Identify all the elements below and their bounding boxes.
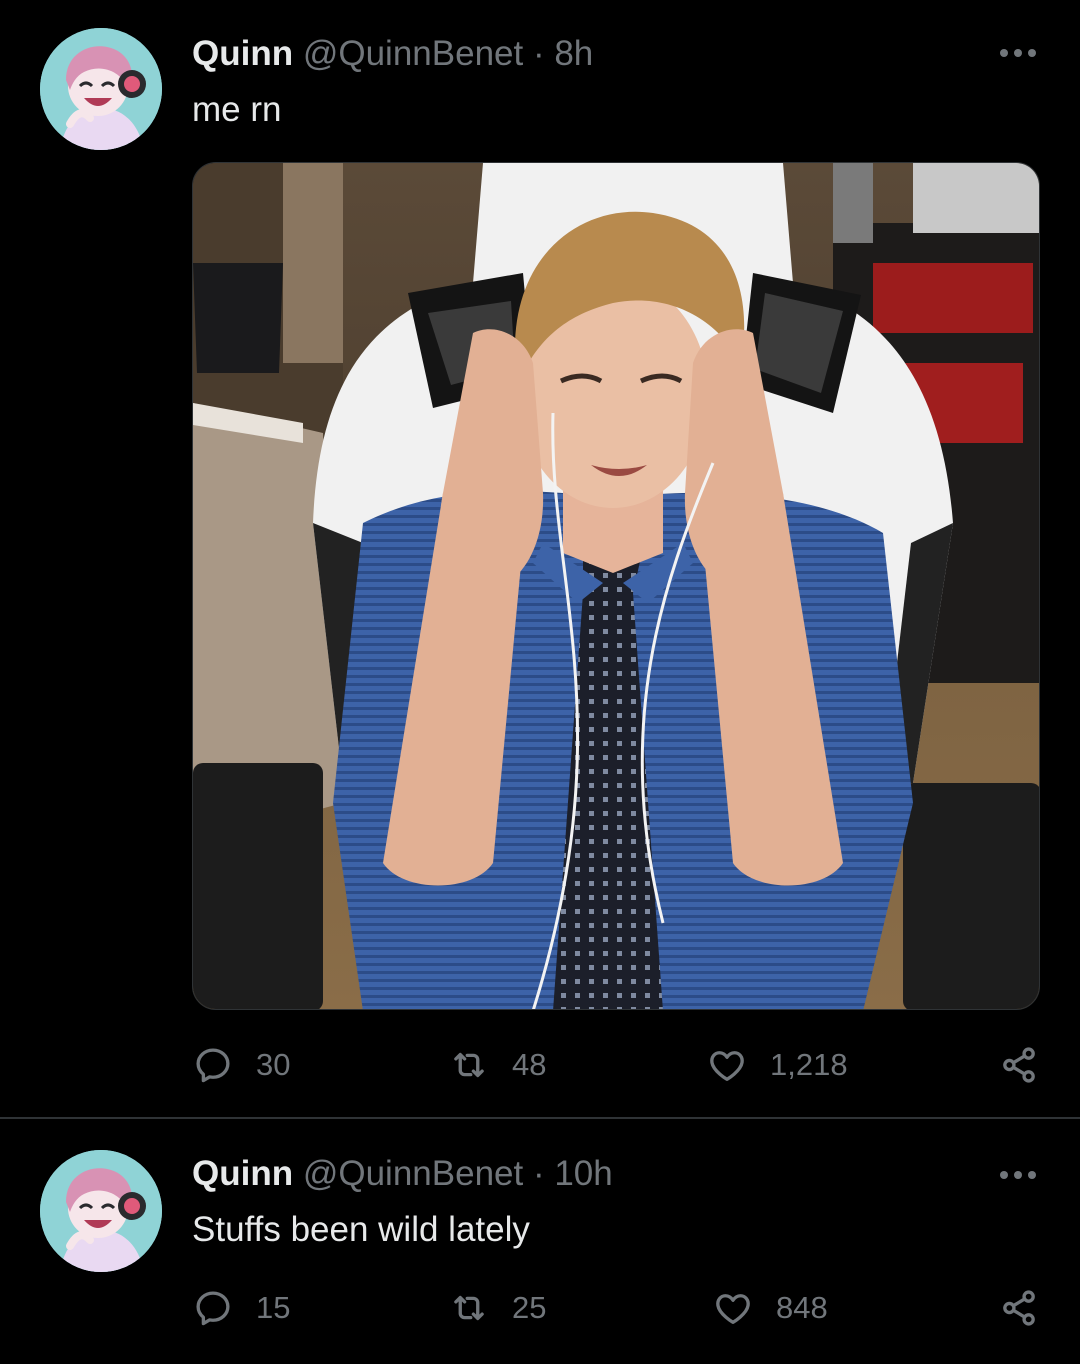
reply-count: 30 [256, 1047, 291, 1082]
like-count: 848 [776, 1290, 828, 1325]
like-icon [712, 1287, 754, 1329]
reply-button[interactable]: 15 [192, 1286, 290, 1330]
avatar[interactable] [40, 1150, 162, 1272]
avatar[interactable] [40, 28, 162, 150]
retweet-icon [448, 1287, 490, 1329]
tweet-text: Stuffs been wild lately [192, 1210, 530, 1249]
author-name[interactable]: Quinn [192, 1154, 293, 1193]
share-button[interactable] [998, 1286, 1040, 1330]
tweet-actions: 15 25 848 [192, 1286, 1040, 1330]
reply-icon [192, 1287, 234, 1329]
retweet-count: 25 [512, 1290, 547, 1325]
more-icon[interactable] [1000, 1170, 1036, 1180]
tweet[interactable]: Quinn @QuinnBenet · 8h me rn 30 48 1,218 [0, 0, 1080, 1118]
share-icon [998, 1044, 1040, 1086]
tweet-text: me rn [192, 90, 282, 129]
retweet-button[interactable]: 25 [448, 1286, 546, 1330]
share-button[interactable] [998, 1043, 1040, 1087]
tweet-header: Quinn @QuinnBenet · 8h [192, 32, 593, 76]
reply-count: 15 [256, 1290, 291, 1325]
retweet-icon [448, 1044, 490, 1086]
reply-button[interactable]: 30 [192, 1043, 290, 1087]
timestamp[interactable]: 10h [554, 1154, 612, 1193]
separator-dot: · [532, 1154, 545, 1193]
tweet-header: Quinn @QuinnBenet · 10h [192, 1152, 613, 1196]
timestamp[interactable]: 8h [554, 34, 593, 73]
retweet-count: 48 [512, 1047, 547, 1082]
tweet-actions: 30 48 1,218 [192, 1043, 1040, 1087]
author-name[interactable]: Quinn [192, 34, 293, 73]
reply-icon [192, 1044, 234, 1086]
tweet-divider [0, 1117, 1080, 1119]
author-handle[interactable]: @QuinnBenet [303, 1154, 523, 1193]
author-handle[interactable]: @QuinnBenet [303, 34, 523, 73]
like-count: 1,218 [770, 1047, 848, 1082]
separator-dot: · [532, 34, 545, 73]
share-icon [998, 1287, 1040, 1329]
retweet-button[interactable]: 48 [448, 1043, 546, 1087]
tweet[interactable]: Quinn @QuinnBenet · 10h Stuffs been wild… [0, 1120, 1080, 1364]
like-button[interactable]: 1,218 [706, 1043, 848, 1087]
like-button[interactable]: 848 [712, 1286, 828, 1330]
like-icon [706, 1044, 748, 1086]
tweet-media-image[interactable] [192, 162, 1040, 1010]
more-icon[interactable] [1000, 48, 1036, 58]
